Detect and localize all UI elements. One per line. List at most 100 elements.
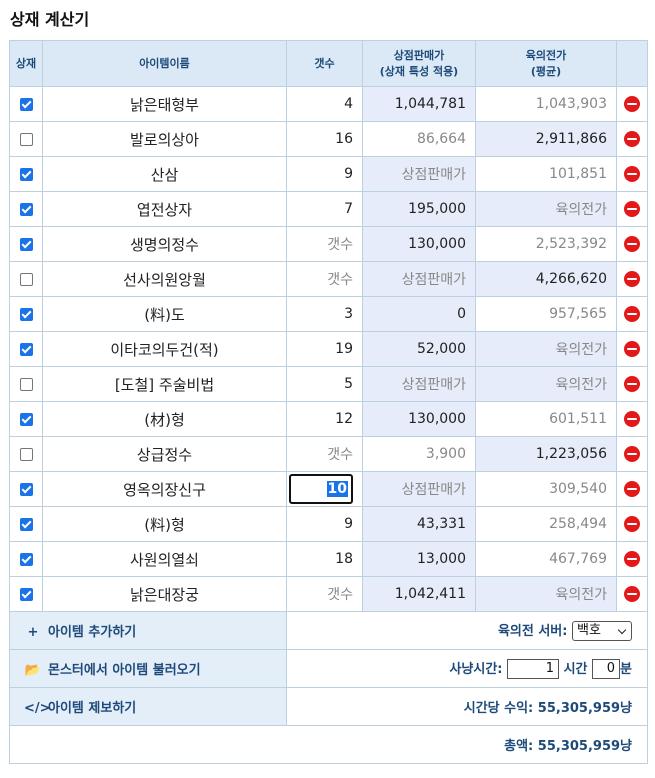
avg-price-field[interactable]: 467,769	[475, 541, 617, 577]
sangjae-checkbox[interactable]	[19, 237, 33, 251]
count-field[interactable]: 9	[286, 506, 363, 542]
count-field[interactable]: 18	[286, 541, 363, 577]
sangjae-checkbox[interactable]	[19, 447, 33, 461]
avg-price-field[interactable]: 4,266,620	[475, 261, 617, 297]
sangjae-checkbox[interactable]	[19, 342, 33, 356]
sangjae-checkbox[interactable]	[19, 377, 33, 391]
count-field[interactable]: 갯수	[286, 436, 363, 472]
count-input-active[interactable]: 10	[289, 474, 353, 504]
item-name-input[interactable]: 선사의원앙월	[42, 261, 287, 297]
sell-price-field[interactable]: 0	[362, 296, 476, 332]
count-field[interactable]: 갯수	[286, 261, 363, 297]
remove-circle-icon[interactable]	[624, 131, 640, 147]
sangjae-checkbox[interactable]	[19, 412, 33, 426]
sell-price-field[interactable]: 상점판매가	[362, 156, 476, 192]
sell-price-field[interactable]: 3,900	[362, 436, 476, 472]
count-field[interactable]: 10	[286, 471, 363, 507]
remove-circle-icon[interactable]	[624, 481, 640, 497]
remove-circle-icon[interactable]	[624, 516, 640, 532]
count-field[interactable]: 갯수	[286, 226, 363, 262]
remove-circle-icon[interactable]	[624, 376, 640, 392]
avg-price-field[interactable]: 육의전가	[475, 576, 617, 612]
avg-price-field[interactable]: 2,911,866	[475, 121, 617, 157]
sell-price-field[interactable]: 상점판매가	[362, 471, 476, 507]
count-field[interactable]: 7	[286, 191, 363, 227]
sell-price-field[interactable]: 130,000	[362, 401, 476, 437]
item-name-input[interactable]: 생명의정수	[42, 226, 287, 262]
avg-price-field[interactable]: 957,565	[475, 296, 617, 332]
load-monster-button[interactable]: 📂 몬스터에서 아이템 불러오기	[9, 649, 287, 688]
sell-price-field[interactable]: 13,000	[362, 541, 476, 577]
item-name-input[interactable]: 사원의열쇠	[42, 541, 287, 577]
sangjae-checkbox[interactable]	[19, 587, 33, 601]
sangjae-checkbox[interactable]	[19, 552, 33, 566]
item-name-input[interactable]: (料)도	[42, 296, 287, 332]
count-field[interactable]: 갯수	[286, 576, 363, 612]
sangjae-checkbox[interactable]	[19, 272, 33, 286]
count-field[interactable]: 12	[286, 401, 363, 437]
sell-price-field[interactable]: 1,044,781	[362, 86, 476, 122]
sangjae-checkbox[interactable]	[19, 167, 33, 181]
item-name-input[interactable]: 엽전상자	[42, 191, 287, 227]
server-select[interactable]: 백호	[572, 621, 632, 642]
item-name-input[interactable]: 낡은대장궁	[42, 576, 287, 612]
hunting-hours-input[interactable]: 1	[507, 659, 560, 680]
sangjae-checkbox[interactable]	[19, 97, 33, 111]
avg-price-field[interactable]: 2,523,392	[475, 226, 617, 262]
item-name-input[interactable]: 영옥의장신구	[42, 471, 287, 507]
sell-price-field[interactable]: 86,664	[362, 121, 476, 157]
count-field[interactable]: 19	[286, 331, 363, 367]
sangjae-checkbox[interactable]	[19, 202, 33, 216]
remove-circle-icon[interactable]	[624, 271, 640, 287]
remove-circle-icon[interactable]	[624, 201, 640, 217]
sangjae-checkbox[interactable]	[19, 307, 33, 321]
sangjae-checkbox[interactable]	[19, 482, 33, 496]
remove-circle-icon[interactable]	[624, 341, 640, 357]
count-field[interactable]: 16	[286, 121, 363, 157]
report-item-button[interactable]: </>아이템 제보하기	[9, 687, 287, 726]
remove-circle-icon[interactable]	[624, 96, 640, 112]
avg-price-field[interactable]: 1,043,903	[475, 86, 617, 122]
remove-circle-icon[interactable]	[624, 446, 640, 462]
item-name-input[interactable]: [도철] 주술비법	[42, 366, 287, 402]
item-name-input[interactable]: 낡은태형부	[42, 86, 287, 122]
avg-price-field[interactable]: 1,223,056	[475, 436, 617, 472]
avg-price-field[interactable]: 육의전가	[475, 366, 617, 402]
sell-price-field[interactable]: 52,000	[362, 331, 476, 367]
item-name-input[interactable]: 산삼	[42, 156, 287, 192]
remove-circle-icon[interactable]	[624, 551, 640, 567]
remove-circle-icon[interactable]	[624, 306, 640, 322]
item-name-input[interactable]: (料)형	[42, 506, 287, 542]
avg-price-field[interactable]: 601,511	[475, 401, 617, 437]
count-field[interactable]: 4	[286, 86, 363, 122]
remove-circle-icon[interactable]	[624, 166, 640, 182]
sangjae-checkbox[interactable]	[19, 132, 33, 146]
add-item-button[interactable]: + 아이템 추가하기	[9, 611, 287, 650]
avg-price-field[interactable]: 육의전가	[475, 191, 617, 227]
item-name-input[interactable]: 발로의상아	[42, 121, 287, 157]
remove-circle-icon[interactable]	[624, 236, 640, 252]
sell-price-field[interactable]: 상점판매가	[362, 366, 476, 402]
sell-price-field[interactable]: 43,331	[362, 506, 476, 542]
count-field[interactable]: 5	[286, 366, 363, 402]
sangjae-checkbox[interactable]	[19, 517, 33, 531]
avg-price-field[interactable]: 258,494	[475, 506, 617, 542]
avg-price-field[interactable]: 309,540	[475, 471, 617, 507]
sangjae-checkbox-cell	[9, 366, 43, 402]
avg-price-field[interactable]: 육의전가	[475, 331, 617, 367]
count-field[interactable]: 9	[286, 156, 363, 192]
count-field[interactable]: 3	[286, 296, 363, 332]
avg-price-value: 1,223,056	[535, 446, 607, 462]
sell-price-field[interactable]: 1,042,411	[362, 576, 476, 612]
item-name-input[interactable]: 이타코의두건(적)	[42, 331, 287, 367]
sell-price-field[interactable]: 상점판매가	[362, 261, 476, 297]
avg-price-field[interactable]: 101,851	[475, 156, 617, 192]
sell-price-field[interactable]: 195,000	[362, 191, 476, 227]
remove-circle-icon[interactable]	[624, 586, 640, 602]
remove-circle-icon[interactable]	[624, 411, 640, 427]
item-name-input[interactable]: (材)형	[42, 401, 287, 437]
item-name-input[interactable]: 상급정수	[42, 436, 287, 472]
table-row: (料)도 3 0 957,565	[9, 296, 648, 332]
hunting-minutes-input[interactable]: 0	[592, 659, 621, 680]
sell-price-field[interactable]: 130,000	[362, 226, 476, 262]
